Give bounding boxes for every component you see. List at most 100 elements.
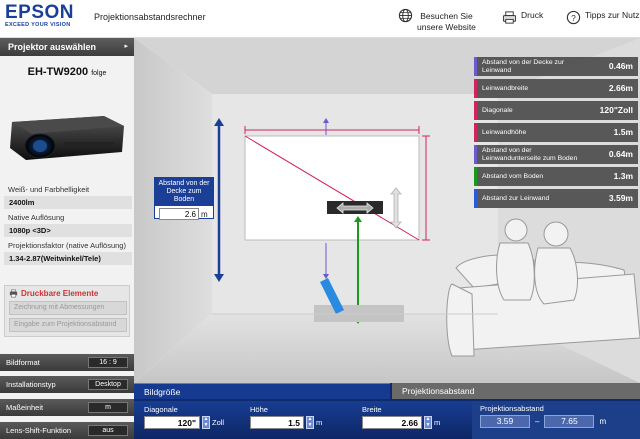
- model-suffix: folge: [91, 70, 107, 77]
- measure-label: Abstand zur Leinwand: [482, 194, 550, 202]
- globe-icon: [398, 8, 413, 23]
- spec-resolution-value: 1080p <3D>: [4, 224, 132, 237]
- measurement-list: Abstand von der Decke zur Leinwand 0.46m…: [474, 57, 638, 211]
- measure-screen-width: Leinwandbreite 2.66m: [474, 79, 638, 98]
- diagonal-input[interactable]: [144, 416, 200, 429]
- spec-brightness-label: Weiß- und Farbhelligkeit: [8, 185, 90, 194]
- lens-shift-label: Lens-Shift-Funktion: [6, 426, 72, 435]
- printer-icon: [502, 11, 517, 24]
- print-input-button[interactable]: Eingabe zum Projektionsabstand: [9, 318, 127, 332]
- installation-type-setting[interactable]: Installationstyp Desktop: [0, 376, 134, 393]
- tab-image-size[interactable]: Bildgröße: [134, 383, 390, 399]
- measure-ceiling-to-screen: Abstand von der Decke zur Leinwand 0.46m: [474, 57, 638, 76]
- model-name-text: EH-TW9200: [27, 66, 89, 78]
- chevron-right-icon: ▸: [124, 43, 128, 50]
- height-stepper[interactable]: ▲ ▼: [306, 416, 314, 429]
- down-arrow-icon[interactable]: ▼: [308, 423, 313, 428]
- printable-title-text: Druckbare Elemente: [21, 289, 99, 298]
- width-input[interactable]: [362, 416, 422, 429]
- spec-brightness-value: 2400lm: [4, 196, 132, 209]
- printer-small-icon: [9, 289, 18, 298]
- projection-distance-readout: Projektionsabstand 3.59 – 7.65 m: [472, 401, 640, 439]
- proj-dist-min: 3.59: [480, 415, 530, 428]
- diagonal-field: Diagonale ▲▼ Zoll: [144, 405, 224, 429]
- spec-resolution-label: Native Auflösung: [8, 213, 65, 222]
- measure-value: 3.59m: [608, 193, 633, 203]
- installation-type-label: Installationstyp: [6, 380, 56, 389]
- measure-distance-from-floor: Abstand vom Boden 1.3m: [474, 167, 638, 186]
- app-header: EPSON EXCEED YOUR VISION Projektionsabst…: [0, 0, 640, 38]
- height-label: Höhe: [250, 405, 268, 414]
- help-icon: ?: [566, 10, 581, 25]
- ceiling-height-input[interactable]: [159, 208, 199, 220]
- app-title: Projektionsabstandsrechner: [94, 12, 206, 22]
- unit-setting[interactable]: Maßeinheit m: [0, 399, 134, 416]
- diagonal-stepper[interactable]: ▲ ▼: [202, 416, 210, 429]
- select-projector-label: Projektor auswählen: [8, 42, 97, 52]
- brand-tagline: EXCEED YOUR VISION: [5, 22, 71, 28]
- measure-label: Abstand von der Leinwandunterseite zum B…: [482, 146, 578, 162]
- visit-line2: unsere Website: [417, 22, 476, 32]
- select-projector-button[interactable]: Projektor auswählen ▸: [0, 38, 134, 56]
- measure-screen-bottom-to-floor: Abstand von der Leinwandunterseite zum B…: [474, 145, 638, 164]
- measure-label: Abstand von der Decke zur Leinwand: [482, 58, 564, 74]
- proj-dist-unit: m: [599, 417, 607, 426]
- width-unit: m: [434, 418, 441, 427]
- proj-dist-label: Projektionsabstand: [480, 404, 544, 413]
- down-arrow-icon[interactable]: ▼: [204, 423, 209, 428]
- aspect-ratio-setting[interactable]: Bildformat 16 : 9: [0, 354, 134, 371]
- ceiling-height-box: Abstand von der Decke zum Boden m: [154, 177, 214, 220]
- height-input[interactable]: [250, 416, 304, 429]
- size-fields: Diagonale ▲▼ Zoll Höhe ▲▼ m Breite ▲▼ m: [134, 401, 640, 439]
- down-arrow-icon[interactable]: ▼: [426, 423, 431, 428]
- measure-screen-height: Leinwandhöhe 1.5m: [474, 123, 638, 142]
- height-field: Höhe ▲▼ m: [250, 405, 322, 429]
- visit-website-button[interactable]: Besuchen Sie unsere Website: [398, 8, 476, 33]
- printable-title: Druckbare Elemente: [9, 289, 125, 298]
- specs-list: Weiß- und Farbhelligkeit 2400lm Native A…: [4, 183, 132, 267]
- measure-value: 120"Zoll: [599, 105, 633, 115]
- projector-image: [10, 116, 124, 160]
- proj-dist-separator: –: [535, 417, 540, 426]
- measure-label: Abstand vom Boden: [482, 172, 544, 180]
- svg-text:?: ?: [571, 13, 576, 23]
- diagonal-unit: Zoll: [212, 418, 225, 427]
- ceiling-height-label: Abstand von der Decke zum Boden: [155, 178, 213, 206]
- measure-value: 0.46m: [608, 61, 633, 71]
- model-name: EH-TW9200 folge: [0, 66, 134, 78]
- width-stepper[interactable]: ▲ ▼: [424, 416, 432, 429]
- tips-label: Tipps zur Nutz: [585, 10, 640, 20]
- brand-name: EPSON: [5, 2, 75, 23]
- measure-value: 1.5m: [613, 127, 633, 137]
- lens-shift-select[interactable]: aus: [88, 425, 128, 436]
- unit-select[interactable]: m: [88, 402, 128, 413]
- measure-label: Diagonale: [482, 106, 513, 114]
- height-unit: m: [316, 418, 323, 427]
- width-field: Breite ▲▼ m: [362, 405, 440, 429]
- measure-label: Leinwandbreite: [482, 84, 529, 92]
- printable-section: Druckbare Elemente Zeichnung mit Abmessu…: [4, 285, 130, 337]
- sidebar: Projektor auswählen ▸ EH-TW9200 folge We…: [0, 38, 134, 439]
- tab-projection-distance[interactable]: Projektionsabstand: [392, 383, 640, 399]
- measure-value: 0.64m: [608, 149, 633, 159]
- ceiling-height-unit: m: [201, 209, 208, 219]
- measure-value: 2.66m: [608, 83, 633, 93]
- measure-diagonal: Diagonale 120"Zoll: [474, 101, 638, 120]
- print-drawing-button[interactable]: Zeichnung mit Abmessungen: [9, 301, 127, 315]
- print-label: Druck: [521, 10, 544, 20]
- width-label: Breite: [362, 405, 382, 414]
- measure-distance-to-screen: Abstand zur Leinwand 3.59m: [474, 189, 638, 208]
- diagonal-label: Diagonale: [144, 405, 178, 414]
- tips-button[interactable]: ? Tipps zur Nutz: [566, 10, 639, 25]
- visit-line1: Besuchen Sie: [420, 11, 473, 21]
- unit-label: Maßeinheit: [6, 403, 44, 412]
- lens-shift-setting[interactable]: Lens-Shift-Funktion aus: [0, 422, 134, 439]
- print-button[interactable]: Druck: [502, 10, 543, 25]
- epson-logo: EPSON EXCEED YOUR VISION: [5, 2, 75, 28]
- bottom-panel: Bildgröße Projektionsabstand Diagonale ▲…: [134, 383, 640, 439]
- installation-type-select[interactable]: Desktop: [88, 379, 128, 390]
- aspect-ratio-label: Bildformat: [6, 358, 40, 367]
- measure-value: 1.3m: [613, 171, 633, 181]
- proj-dist-max: 7.65: [544, 415, 595, 428]
- aspect-ratio-select[interactable]: 16 : 9: [88, 357, 128, 368]
